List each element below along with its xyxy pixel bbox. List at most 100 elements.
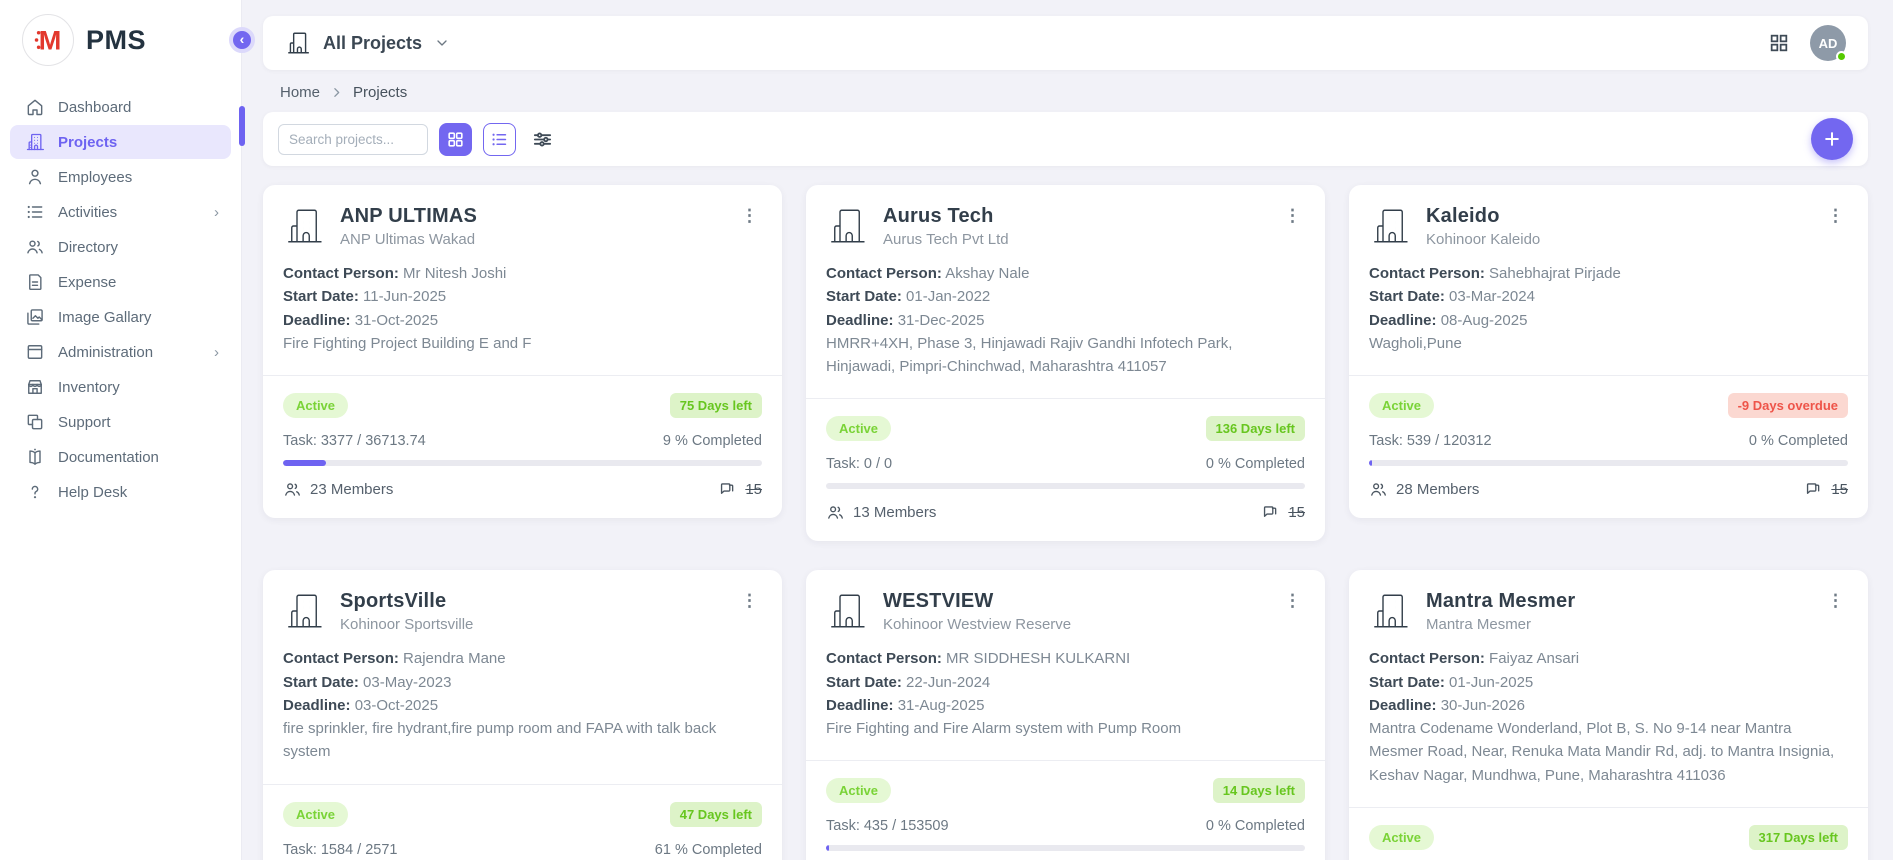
progress-fill	[283, 460, 326, 466]
filter-button[interactable]	[527, 124, 557, 154]
contact-person-row: Contact Person: Sahebhajrat Pirjade	[1369, 262, 1848, 285]
deadline-row: Deadline: 31-Oct-2025	[283, 309, 762, 332]
task-count: Task: 3377 / 36713.74	[283, 433, 426, 449]
question-icon	[24, 482, 45, 503]
svg-text:M: M	[39, 24, 62, 55]
building-icon	[24, 132, 45, 153]
sidebar: M PMS Dashboard Projects Employees Activ…	[0, 0, 242, 860]
receipt-icon	[24, 272, 45, 293]
add-project-button[interactable]	[1811, 118, 1853, 160]
start-date-row: Start Date: 01-Jun-2025	[1369, 671, 1848, 694]
search-input[interactable]	[278, 124, 428, 155]
comments-count[interactable]: 15	[718, 480, 762, 499]
card-menu-button[interactable]: ⋮	[1280, 590, 1305, 611]
comments-count[interactable]: 15	[1804, 480, 1848, 499]
kebab-menu-icon: ⋮	[1284, 206, 1301, 225]
contact-person-row: Contact Person: Akshay Nale	[826, 262, 1305, 285]
store-icon	[24, 377, 45, 398]
chevron-right-icon: ›	[214, 204, 219, 221]
card-menu-button[interactable]: ⋮	[1280, 205, 1305, 226]
project-card[interactable]: WESTVIEW Kohinoor Westview Reserve ⋮ Con…	[806, 570, 1325, 860]
task-count: Task: 539 / 120312	[1369, 433, 1492, 449]
sidebar-item-dashboard[interactable]: Dashboard	[10, 90, 231, 124]
project-title: Aurus Tech	[883, 205, 1009, 228]
sidebar-item-employees[interactable]: Employees	[10, 160, 231, 194]
grid-view-button[interactable]	[439, 123, 472, 156]
sidebar-item-administration[interactable]: Administration ›	[10, 335, 231, 369]
card-menu-button[interactable]: ⋮	[1823, 205, 1848, 226]
main-content: All Projects AD Home Projects	[242, 0, 1893, 860]
progress-fill	[826, 845, 829, 851]
avatar-initials: AD	[1819, 36, 1838, 51]
card-menu-button[interactable]: ⋮	[737, 590, 762, 611]
project-card[interactable]: Mantra Mesmer Mantra Mesmer ⋮ Contact Pe…	[1349, 570, 1868, 860]
online-status-dot	[1836, 51, 1847, 62]
building-icon	[1369, 205, 1411, 247]
kebab-menu-icon: ⋮	[1827, 206, 1844, 225]
person-icon	[24, 167, 45, 188]
kebab-menu-icon: ⋮	[741, 206, 758, 225]
grid-apps-icon[interactable]	[1768, 32, 1790, 54]
days-left-badge: 14 Days left	[1213, 778, 1305, 803]
home-icon	[24, 97, 45, 118]
status-badge: Active	[1369, 825, 1434, 850]
app-logo[interactable]: M PMS	[0, 0, 241, 76]
card-menu-button[interactable]: ⋮	[737, 205, 762, 226]
sidebar-item-activities[interactable]: Activities ›	[10, 195, 231, 229]
start-date-row: Start Date: 22-Jun-2024	[826, 671, 1305, 694]
copy-icon	[24, 412, 45, 433]
status-badge: Active	[826, 778, 891, 803]
contact-person-row: Contact Person: Faiyaz Ansari	[1369, 647, 1848, 670]
grid-view-icon	[446, 130, 465, 149]
building-icon	[1369, 590, 1411, 632]
sidebar-item-directory[interactable]: Directory	[10, 230, 231, 264]
breadcrumb-home[interactable]: Home	[280, 84, 320, 101]
project-subtitle: Mantra Mesmer	[1426, 616, 1575, 633]
status-badge: Active	[826, 416, 891, 441]
members-count: 28 Members	[1369, 480, 1479, 499]
sidebar-item-help-desk[interactable]: Help Desk	[10, 475, 231, 509]
sidebar-item-expense[interactable]: Expense	[10, 265, 231, 299]
sidebar-item-projects[interactable]: Projects	[10, 125, 231, 159]
sidebar-item-label: Image Gallary	[58, 309, 151, 326]
project-card[interactable]: SportsVille Kohinoor Sportsville ⋮ Conta…	[263, 570, 782, 860]
project-card[interactable]: Kaleido Kohinoor Kaleido ⋮ Contact Perso…	[1349, 185, 1868, 518]
card-menu-button[interactable]: ⋮	[1823, 590, 1848, 611]
project-description: Mantra Codename Wonderland, Plot B, S. N…	[1369, 717, 1848, 787]
sidebar-item-label: Dashboard	[58, 99, 131, 116]
task-count: Task: 0 / 0	[826, 456, 892, 472]
sidebar-collapse-button[interactable]: ‹	[229, 27, 255, 53]
kebab-menu-icon: ⋮	[1827, 591, 1844, 610]
project-title: Mantra Mesmer	[1426, 590, 1575, 613]
project-description: HMRR+4XH, Phase 3, Hinjawadi Rajiv Gandh…	[826, 332, 1305, 379]
chevron-right-icon	[330, 86, 343, 99]
project-scope-dropdown[interactable]: All Projects	[285, 30, 450, 56]
sidebar-item-label: Projects	[58, 134, 117, 151]
completed-percentage: 9 % Completed	[663, 433, 762, 449]
breadcrumb-current: Projects	[353, 84, 407, 101]
list-view-button[interactable]	[483, 123, 516, 156]
days-left-badge: 47 Days left	[670, 802, 762, 827]
comments-count[interactable]: 15	[1261, 503, 1305, 522]
sidebar-item-support[interactable]: Support	[10, 405, 231, 439]
progress-bar	[826, 483, 1305, 489]
building-icon	[285, 30, 311, 56]
sidebar-item-label: Documentation	[58, 449, 159, 466]
project-description: Fire Fighting Project Building E and F	[283, 332, 762, 355]
sidebar-item-inventory[interactable]: Inventory	[10, 370, 231, 404]
sidebar-item-image-gallery[interactable]: Image Gallary	[10, 300, 231, 334]
project-card[interactable]: Aurus Tech Aurus Tech Pvt Ltd ⋮ Contact …	[806, 185, 1325, 541]
project-card[interactable]: ANP ULTIMAS ANP Ultimas Wakad ⋮ Contact …	[263, 185, 782, 518]
app-root: M PMS Dashboard Projects Employees Activ…	[0, 0, 1893, 860]
avatar[interactable]: AD	[1810, 25, 1846, 61]
sidebar-item-label: Employees	[58, 169, 132, 186]
sidebar-item-documentation[interactable]: Documentation	[10, 440, 231, 474]
progress-bar	[826, 845, 1305, 851]
sidebar-item-label: Inventory	[58, 379, 120, 396]
building-icon	[826, 205, 868, 247]
task-count: Task: 1584 / 2571	[283, 842, 397, 858]
project-cards-grid: ANP ULTIMAS ANP Ultimas Wakad ⋮ Contact …	[263, 185, 1868, 860]
status-badge: Active	[283, 802, 348, 827]
filter-sliders-icon	[531, 128, 554, 151]
status-badge: Active	[283, 393, 348, 418]
